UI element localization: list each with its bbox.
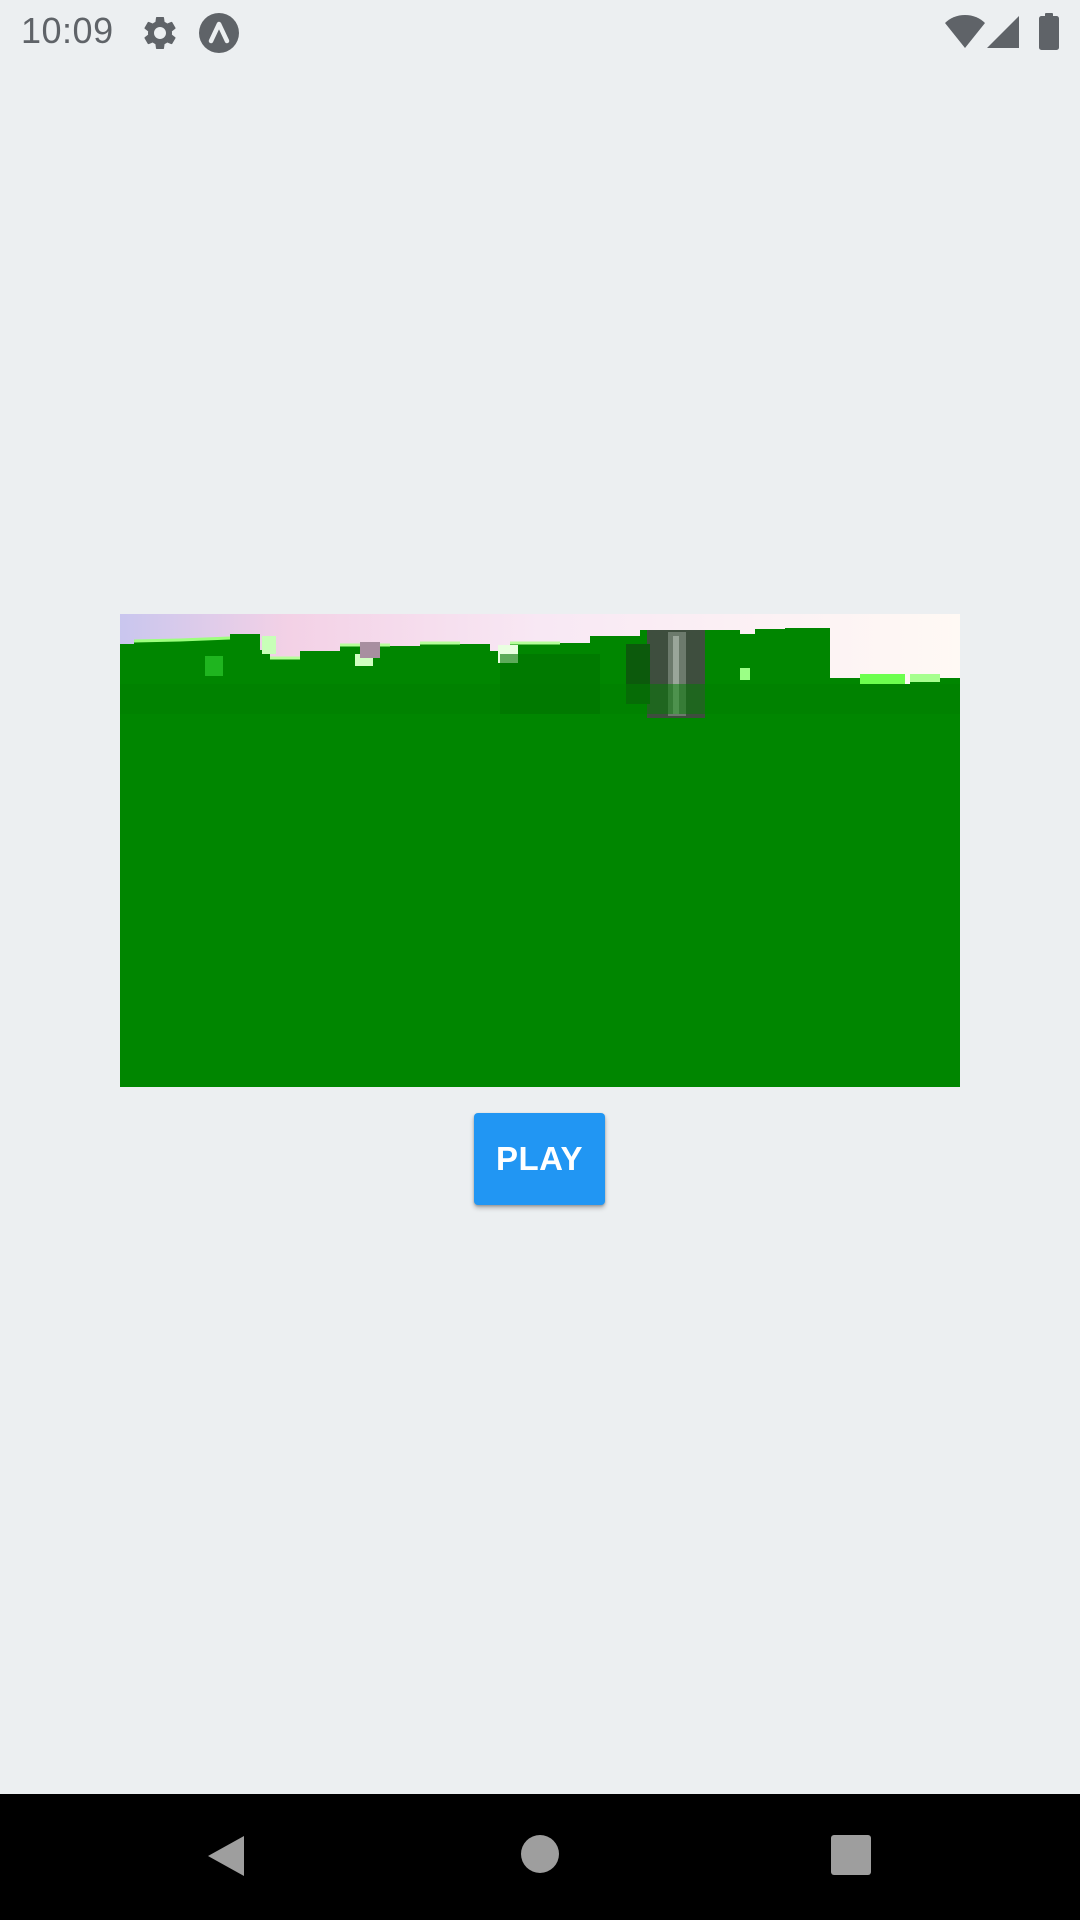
back-icon[interactable] xyxy=(202,1832,250,1880)
status-bar: 10:09 xyxy=(0,0,1080,63)
wifi-icon xyxy=(945,15,985,48)
screen: 10:09 PLAY xyxy=(0,0,1080,1920)
recents-icon[interactable] xyxy=(830,1834,872,1876)
navigation-bar xyxy=(0,1794,1080,1920)
status-time: 10:09 xyxy=(21,10,114,51)
video-view[interactable] xyxy=(120,614,960,1087)
app-icon xyxy=(199,13,239,53)
play-button[interactable]: PLAY xyxy=(474,1113,605,1205)
battery-icon xyxy=(1039,13,1059,50)
video-frame xyxy=(120,614,960,1087)
signal-icon xyxy=(987,16,1019,48)
gear-icon xyxy=(144,16,176,49)
home-icon[interactable] xyxy=(518,1832,562,1876)
